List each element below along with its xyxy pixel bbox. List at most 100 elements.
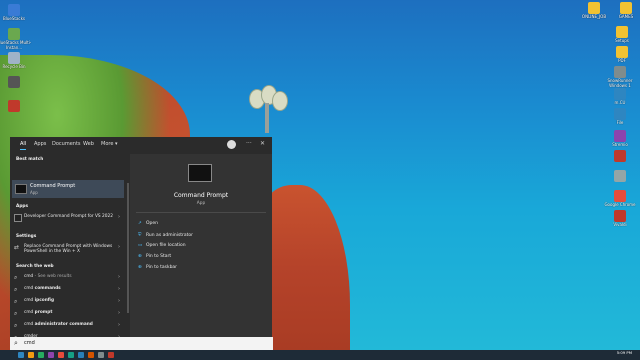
best-match-item[interactable]: Command Prompt App <box>12 180 124 198</box>
action-run-as-admin[interactable]: ⛨ Run as administrator <box>138 232 193 238</box>
web-result-label: cmd administrator command <box>24 322 93 327</box>
app-icon <box>614 190 626 202</box>
chevron-right-icon[interactable]: › <box>118 322 120 328</box>
clock[interactable]: 5:09 PM <box>617 351 632 355</box>
desktop-icon[interactable]: Stremio <box>598 130 640 147</box>
taskbar-app-icon[interactable] <box>78 352 84 358</box>
desktop-icon[interactable]: Setups <box>600 26 640 43</box>
time: 5:09 PM <box>616 350 632 355</box>
action-label: Open <box>146 221 159 226</box>
chevron-right-icon[interactable]: › <box>118 298 120 304</box>
search-box[interactable]: ⌕ cmd <box>10 337 273 351</box>
best-match-subtitle: App <box>30 190 38 195</box>
taskbar-app-icon[interactable] <box>28 352 34 358</box>
desktop-icon-label: Setups <box>615 38 629 43</box>
web-result-item[interactable]: ⌕ cmd administrator command › <box>12 322 122 330</box>
chevron-right-icon[interactable]: › <box>118 274 120 280</box>
desktop-icon[interactable] <box>598 170 640 182</box>
detail-subtitle: App <box>196 201 206 206</box>
open-icon: ↗ <box>138 221 142 226</box>
desktop-icon[interactable]: SnowRunner Windows 1 <box>598 66 640 88</box>
desktop-icon-label: m.CU <box>614 100 626 105</box>
action-open[interactable]: ↗ Open <box>138 221 158 226</box>
tab-all[interactable]: All <box>20 141 27 150</box>
desktop-icon-label: Google Chrome <box>604 202 636 207</box>
taskbar-app-icon[interactable] <box>38 352 44 358</box>
taskbar-app-icon[interactable] <box>18 352 24 358</box>
search-icon: ⌕ <box>14 274 18 281</box>
app-icon <box>614 88 626 100</box>
app-icon <box>614 170 626 182</box>
desktop-icon-label: Recycle Bin <box>2 64 26 69</box>
app-icon <box>8 52 20 64</box>
app-icon <box>614 150 626 162</box>
action-open-file-location[interactable]: ▭ Open file location <box>138 243 186 248</box>
app-icon <box>614 130 626 142</box>
desktop-icon[interactable] <box>0 100 36 112</box>
web-result-label: cmd commands <box>24 286 61 291</box>
chevron-right-icon[interactable]: › <box>118 310 120 316</box>
taskbar-app-icon[interactable] <box>68 352 74 358</box>
desktop-icon[interactable]: GAMES <box>604 2 640 19</box>
desktop-icon-label: Vivaldi <box>613 222 627 227</box>
section-search-web: Search the web <box>16 264 54 269</box>
web-result-item[interactable]: ⌕ cmd - See web results › <box>12 274 122 282</box>
desktop-icon[interactable] <box>598 150 640 162</box>
search-icon: ⌕ <box>14 310 18 317</box>
web-result-item[interactable]: ⌕ cmd ipconfig › <box>12 298 122 306</box>
taskbar-app-icon[interactable] <box>108 352 114 358</box>
list-item-dev-cmd[interactable]: Developer Command Prompt for VS 2022 › <box>12 214 122 228</box>
web-result-item[interactable]: ⌕ cmd prompt › <box>12 310 122 318</box>
desktop-icon[interactable]: PDF <box>600 46 640 63</box>
app-icon <box>8 76 20 88</box>
web-result-item[interactable]: ⌕ cmd commands › <box>12 286 122 294</box>
scrollbar[interactable] <box>127 183 129 313</box>
setting-label: Replace Command Prompt with Windows Powe… <box>24 244 113 254</box>
taskbar-app-icon[interactable] <box>98 352 104 358</box>
app-label: Developer Command Prompt for VS 2022 <box>24 214 113 219</box>
desktop-icon-label: Stremio <box>612 142 628 147</box>
terminal-icon <box>14 214 22 222</box>
tab-apps[interactable]: Apps <box>34 141 46 147</box>
desktop-icon-label: File <box>616 120 624 125</box>
more-options-icon[interactable]: ··· <box>246 140 252 147</box>
taskbar-app-icon[interactable] <box>88 352 94 358</box>
open-file-location-icon: ▭ <box>138 243 143 248</box>
action-label: Run as administrator <box>146 233 194 238</box>
app-icon <box>616 46 628 58</box>
wallpaper-cactus <box>247 85 288 135</box>
search-input[interactable]: cmd <box>24 340 35 346</box>
action-pin-to-start[interactable]: ⊕ Pin to Start <box>138 254 171 259</box>
pin-to-taskbar-icon: ⊕ <box>138 265 142 270</box>
desktop-icon[interactable] <box>0 76 36 88</box>
app-icon <box>8 28 20 40</box>
web-result-label: cmd ipconfig <box>24 298 55 303</box>
desktop-icon[interactable]: File <box>598 108 640 125</box>
desktop-icon-label: GAMES <box>618 14 634 19</box>
list-item-setting[interactable]: ⇄ Replace Command Prompt with Windows Po… <box>12 244 122 258</box>
desktop-icon[interactable]: BlueStacks <box>0 4 36 21</box>
chevron-right-icon[interactable]: › <box>118 244 120 250</box>
search-tabs: All Apps Documents Web More ▾ ··· ✕ <box>10 137 272 152</box>
close-icon[interactable]: ✕ <box>260 140 265 147</box>
chevron-right-icon[interactable]: › <box>118 214 120 220</box>
divider <box>136 212 266 213</box>
tab-web[interactable]: Web <box>83 141 94 147</box>
taskbar-app-icon[interactable] <box>58 352 64 358</box>
app-icon <box>614 108 626 120</box>
desktop-icon[interactable]: Recycle Bin <box>0 52 36 69</box>
desktop-icon[interactable]: Vivaldi <box>598 210 640 227</box>
desktop-icon[interactable]: Google Chrome <box>598 190 640 207</box>
user-avatar[interactable] <box>227 140 236 149</box>
action-pin-to-taskbar[interactable]: ⊕ Pin to taskbar <box>138 265 177 270</box>
taskbar-app-icon[interactable] <box>48 352 54 358</box>
wallpaper-cliff-right <box>262 185 350 350</box>
app-icon <box>588 2 600 14</box>
command-prompt-icon <box>15 184 27 194</box>
tab-more[interactable]: More ▾ <box>101 141 118 147</box>
tab-documents[interactable]: Documents <box>52 141 81 147</box>
desktop-icon[interactable]: m.CU <box>598 88 640 105</box>
chevron-right-icon[interactable]: › <box>118 286 120 292</box>
app-icon <box>616 26 628 38</box>
desktop-icon[interactable]: BlueStacks Multi-Instan... <box>0 28 36 50</box>
